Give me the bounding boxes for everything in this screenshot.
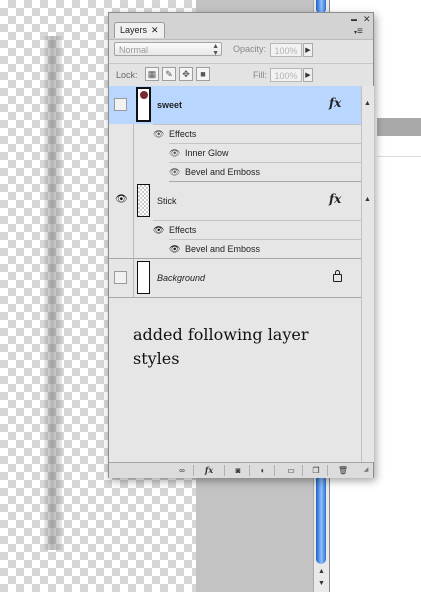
eye-icon[interactable]: 👁 (153, 129, 164, 140)
effect-inner-glow[interactable]: 👁 Inner Glow (169, 143, 361, 162)
minimize-icon[interactable]: ▬ (351, 16, 357, 25)
layer-row-stick[interactable]: 👁 Stick fx (109, 182, 361, 219)
lock-position-icon[interactable]: ✥ (179, 67, 193, 81)
layer-name-sweet[interactable]: sweet (157, 100, 182, 110)
layer-name-background[interactable]: Background (157, 273, 205, 283)
panel-menu-icon[interactable]: ▾≡ (354, 27, 363, 38)
fill-label: Fill: (253, 70, 267, 80)
footer-divider (193, 465, 194, 476)
tab-layers[interactable]: Layers ✕ (114, 22, 165, 38)
visibility-toggle-background[interactable] (114, 271, 127, 284)
effect-bevel-emboss-stick[interactable]: 👁 Bevel and Emboss (169, 239, 361, 257)
footer-divider (249, 465, 250, 476)
add-mask-icon[interactable]: ◙ (231, 465, 245, 476)
layer-thumbnail-sweet (136, 87, 151, 122)
footer-divider (274, 465, 275, 476)
close-icon[interactable]: ✕ (363, 15, 371, 24)
effects-label: Effects (169, 129, 197, 139)
annotation-line-2: styles (133, 349, 180, 368)
add-layer-style-icon[interactable]: fx (202, 465, 216, 476)
panel-footer: ∞ fx ◙ ◐ ▭ ❐ 🗑 ◢ (109, 462, 373, 478)
annotation-line-1: added following layer (133, 325, 309, 344)
layers-list: sweet fx 👁 Effects 👁 Inner Glow 👁 Bevel … (109, 86, 361, 462)
scroll-down-arrow-icon[interactable]: ▼ (314, 578, 329, 590)
effect-bevel-emboss-sweet[interactable]: 👁 Bevel and Emboss (169, 162, 361, 182)
eye-icon[interactable]: 👁 (169, 167, 180, 178)
eye-icon[interactable]: 👁 (153, 225, 164, 236)
opacity-arrow-icon[interactable]: ▶ (303, 43, 313, 57)
effects-label: Effects (169, 225, 197, 235)
eye-icon[interactable]: 👁 (115, 195, 128, 205)
tab-close-icon[interactable]: ✕ (151, 25, 159, 35)
stick-layer-preview (44, 36, 62, 550)
lock-pixels-icon[interactable]: ✎ (162, 67, 176, 81)
tab-label: Layers (120, 25, 148, 35)
blend-mode-value: Normal (119, 45, 149, 55)
eye-icon[interactable]: 👁 (169, 148, 180, 159)
fill-arrow-icon[interactable]: ▶ (303, 68, 313, 82)
effects-row-sweet[interactable]: 👁 Effects (153, 124, 361, 143)
layer-name-stick[interactable]: Stick (157, 196, 177, 206)
scroll-up-icon[interactable]: ▲ (364, 100, 371, 107)
new-group-icon[interactable]: ▭ (284, 465, 298, 476)
eye-icon[interactable]: 👁 (169, 244, 180, 255)
scroll-up-arrow-icon[interactable]: ▲ (314, 566, 329, 578)
adjustment-layer-icon[interactable]: ◐ (256, 465, 270, 476)
opacity-input[interactable]: 100% (270, 43, 302, 57)
fx-icon[interactable]: fx (329, 192, 341, 206)
annotation-text: added following layer styles (133, 323, 333, 371)
layers-panel: Layers ✕ ▬ ✕ ▾≡ Normal ▲ ▼ Opacity: 100% ▶… (108, 12, 374, 478)
layer-row-sweet[interactable]: sweet fx (109, 86, 361, 124)
fx-icon[interactable]: fx (329, 96, 341, 110)
lock-label: Lock: (116, 70, 138, 80)
lock-fill-row: Lock: ▦ ✎ ✥ ■ Fill: 100% ▶ (109, 63, 373, 86)
fill-input[interactable]: 100% (270, 68, 302, 82)
trash-icon[interactable]: 🗑 (336, 465, 350, 476)
blend-opacity-row: Normal ▲ ▼ Opacity: 100% ▶ (109, 39, 373, 62)
layers-scrollbar[interactable]: ▲ ▲ (361, 86, 374, 462)
lock-transparency-icon[interactable]: ▦ (145, 67, 159, 81)
link-layers-icon[interactable]: ∞ (175, 465, 189, 476)
effects-row-stick[interactable]: 👁 Effects (153, 220, 361, 239)
lock-all-icon[interactable]: ■ (196, 67, 210, 81)
effect-label: Inner Glow (185, 148, 229, 158)
new-layer-icon[interactable]: ❐ (309, 465, 323, 476)
footer-divider (302, 465, 303, 476)
select-arrows-icon: ▲ ▼ (212, 43, 219, 57)
layer-row-background[interactable]: Background (109, 259, 361, 298)
footer-divider (327, 465, 328, 476)
layer-thumbnail-stick (137, 184, 150, 217)
effect-label: Bevel and Emboss (185, 167, 261, 177)
scroll-up-icon[interactable]: ▲ (364, 196, 371, 203)
adjacent-window-divider (377, 156, 421, 157)
opacity-label: Opacity: (233, 44, 267, 54)
sweet-ball-icon (140, 91, 148, 99)
scroll-thumb[interactable] (316, 474, 326, 564)
layer-thumbnail-background (137, 261, 150, 294)
footer-divider (224, 465, 225, 476)
adjacent-window-bar (377, 118, 421, 136)
blend-mode-select[interactable]: Normal ▲ ▼ (114, 42, 222, 57)
effect-label: Bevel and Emboss (185, 244, 261, 254)
lock-icon (333, 270, 342, 282)
resize-grip-icon[interactable]: ◢ (359, 465, 373, 476)
panel-titlebar[interactable]: Layers ✕ ▬ ✕ ▾≡ (109, 13, 373, 39)
visibility-toggle-sweet[interactable] (114, 98, 127, 111)
